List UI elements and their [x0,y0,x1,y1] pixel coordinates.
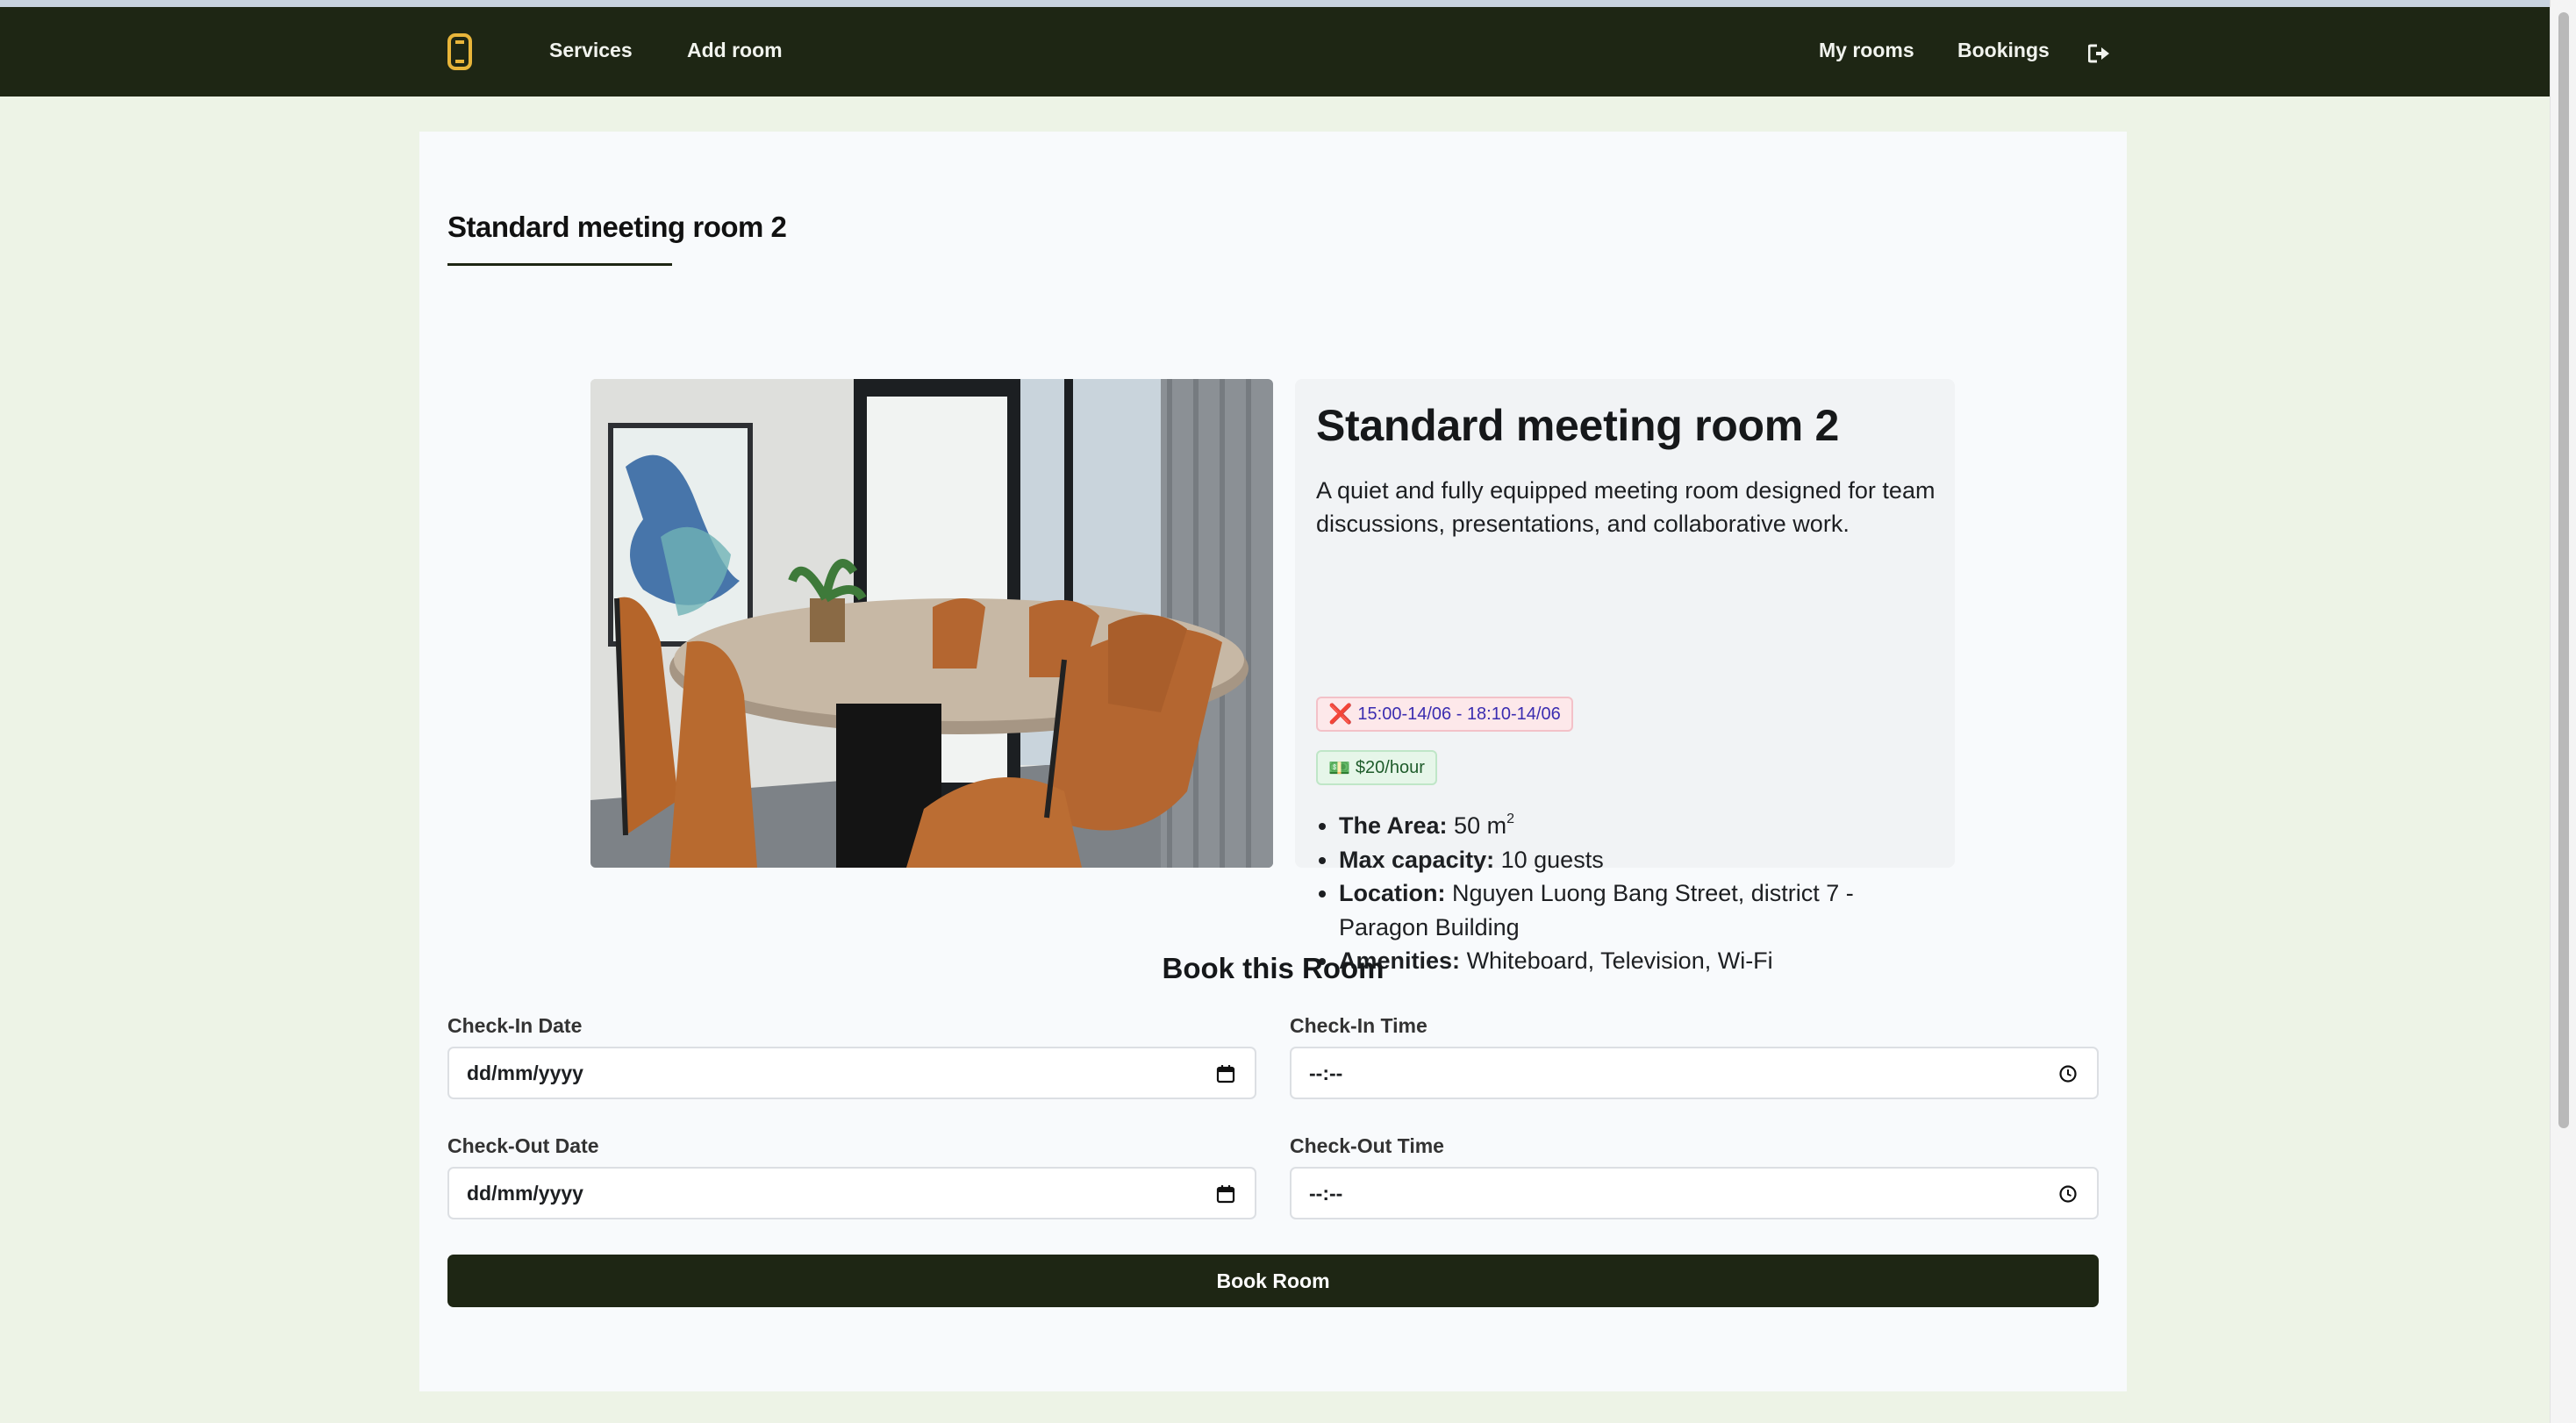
page-scrollbar[interactable] [2550,0,2576,1423]
check-in-date-label: Check-In Date [447,1014,583,1037]
scrollbar-thumb[interactable] [2558,12,2569,1128]
check-out-time-label: Check-Out Time [1290,1134,1444,1157]
check-out-time-input[interactable]: --:-- [1290,1167,2099,1219]
check-out-date-input[interactable]: dd/mm/yyyy [447,1167,1256,1219]
nav-my-rooms[interactable]: My rooms [1819,39,1914,62]
clock-icon[interactable] [2058,1184,2078,1204]
room-detail-card: Standard meeting room 2 Standard meeting… [419,132,2127,1391]
book-room-button[interactable]: Book Room [447,1255,2099,1307]
room-name: Standard meeting room 2 [1316,401,1839,450]
room-description: A quiet and fully equipped meeting room … [1316,477,1936,537]
detail-area: The Area: 50 m2 [1339,809,1936,843]
page-title: Standard meeting room 2 [447,211,787,243]
check-in-time-label: Check-In Time [1290,1014,1428,1037]
title-underline [447,263,672,266]
clock-icon[interactable] [2058,1064,2078,1083]
calendar-icon[interactable] [1216,1184,1235,1204]
check-out-date-label: Check-Out Date [447,1134,599,1157]
price-text: $20/hour [1355,757,1425,777]
booked-slot-text: 15:00-14/06 - 18:10-14/06 [1357,704,1561,724]
sign-out-icon[interactable] [2088,44,2111,63]
room-photo [590,379,1273,868]
nav-bookings[interactable]: Bookings [1957,39,2050,62]
nav-add-room[interactable]: Add room [687,39,783,62]
price-badge: 💵 $20/hour [1316,750,1437,785]
booking-heading: Book this Room [1162,952,1385,984]
detail-location: Location: Nguyen Luong Bang Street, dist… [1339,876,1936,944]
check-in-date-input[interactable]: dd/mm/yyyy [447,1047,1256,1099]
top-navbar: Services Add room My rooms Bookings [0,7,2550,97]
detail-capacity: Max capacity: 10 guests [1339,843,1936,877]
cross-icon: ❌ [1328,703,1353,725]
booked-slot-badge: ❌ 15:00-14/06 - 18:10-14/06 [1316,697,1573,732]
money-icon: 💵 [1328,758,1350,778]
browser-top-strip [0,0,2576,7]
nav-services[interactable]: Services [549,39,633,62]
room-info-panel: Standard meeting room 2 A quiet and full… [1295,379,1955,974]
calendar-icon[interactable] [1216,1064,1235,1083]
check-in-time-input[interactable]: --:-- [1290,1047,2099,1099]
link-logo-icon[interactable] [447,33,472,70]
